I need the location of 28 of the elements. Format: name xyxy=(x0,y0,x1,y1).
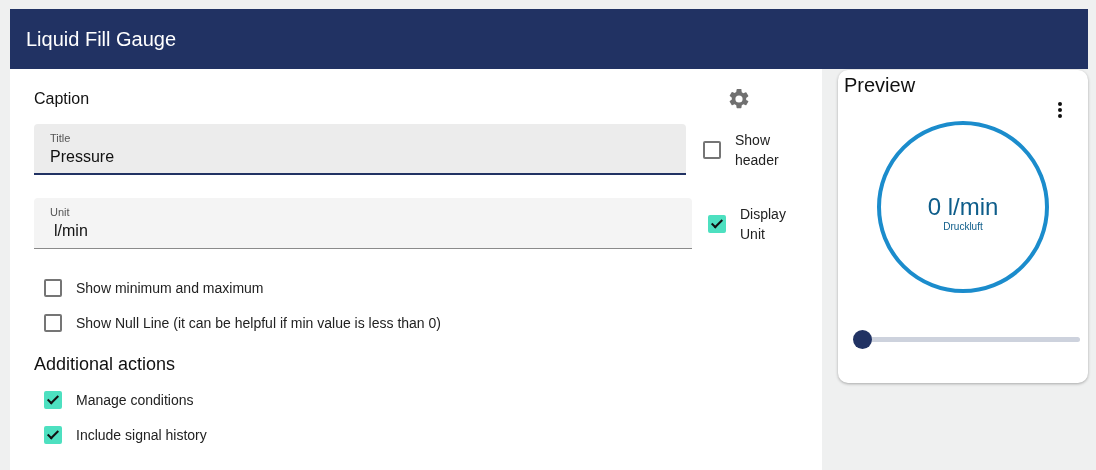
text-field[interactable]: Unit l/min xyxy=(34,198,692,249)
field-label: Unit xyxy=(50,206,70,218)
slider-thumb[interactable] xyxy=(853,330,872,349)
card-title: Preview xyxy=(844,74,917,97)
text-field[interactable]: Title Pressure xyxy=(34,124,686,175)
checkbox[interactable] xyxy=(44,391,62,409)
checkbox[interactable] xyxy=(44,314,62,332)
checkbox[interactable] xyxy=(703,140,721,159)
field-value: l/min xyxy=(54,222,88,240)
checkbox[interactable] xyxy=(44,279,62,297)
checkbox-label: Display Unit xyxy=(740,204,787,244)
field-label: Title xyxy=(50,132,71,144)
gauge-value: 0 l/min xyxy=(927,192,999,221)
section-heading: Additional actions xyxy=(34,354,177,375)
checkbox[interactable] xyxy=(708,214,726,233)
settings-icon[interactable] xyxy=(727,87,751,111)
checkbox[interactable] xyxy=(44,426,62,444)
section-title: Caption xyxy=(34,90,90,108)
more-icon[interactable] xyxy=(1057,101,1063,119)
checkbox-label: Show Null Line (it can be helpful if min value is less than 0) xyxy=(76,315,441,331)
field-value: Pressure xyxy=(50,148,115,166)
page-title: Liquid Fill Gauge xyxy=(26,27,177,51)
slider[interactable] xyxy=(853,330,1080,349)
checkbox-label: Manage conditions xyxy=(76,392,194,408)
gauge-label: Druckluft xyxy=(943,220,983,232)
checkbox-label: Show header xyxy=(735,130,780,170)
checkbox-label: Show minimum and maximum xyxy=(76,280,264,296)
checkbox-label: Include signal history xyxy=(76,427,207,443)
